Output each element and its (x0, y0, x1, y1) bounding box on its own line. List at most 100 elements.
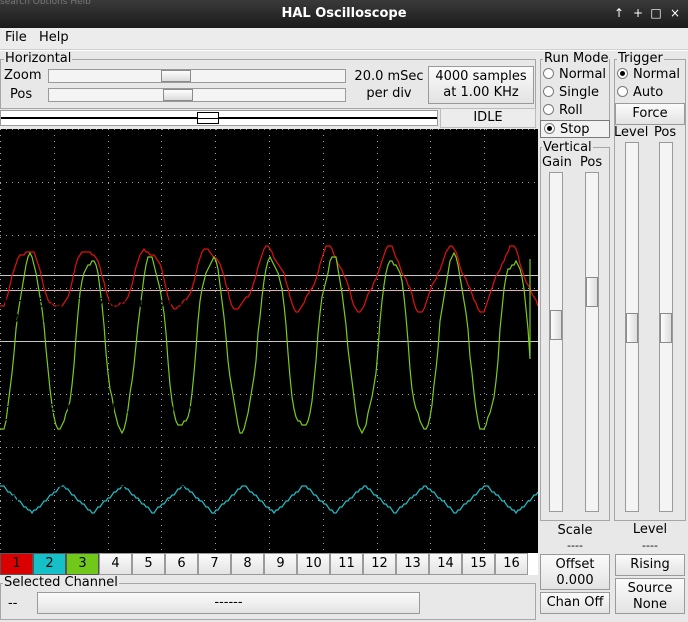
horizontal-panel: Horizontal Zoom Pos 20.0 mSec per div 40… (0, 51, 538, 129)
trigger-pos-slider-thumb[interactable] (660, 313, 672, 343)
selected-channel-source-button[interactable]: ------ (37, 592, 420, 614)
time-per-div-unit: per div (366, 86, 412, 101)
run-mode-roll-label: Roll (559, 103, 583, 118)
trigger-panel: Trigger Normal Auto Force Level Pos Leve… (612, 51, 688, 622)
trigger-auto[interactable]: Auto (617, 85, 663, 100)
zoom-slider-thumb[interactable] (161, 70, 191, 82)
run-mode-stop-label: Stop (560, 122, 590, 137)
scale-value: ---- (567, 539, 583, 552)
sample-rate: at 1.00 KHz (443, 85, 519, 100)
trigger-level-value: ---- (642, 539, 658, 552)
record-position-bar[interactable] (0, 110, 438, 126)
vertical-pos-slider-thumb[interactable] (586, 277, 598, 307)
run-mode-stop[interactable]: Stop (540, 120, 610, 138)
gain-label: Gain (542, 155, 572, 170)
radio-icon (617, 86, 628, 97)
radio-icon (543, 68, 554, 79)
channel-button-6[interactable]: 6 (165, 553, 198, 575)
arrow-up-icon[interactable]: ↑ (612, 6, 626, 20)
gain-slider-thumb[interactable] (550, 310, 562, 340)
trigger-level-slider-thumb[interactable] (626, 313, 638, 343)
trace-1-scale: 50m/div (4, 311, 54, 325)
horizontal-title: Horizontal (4, 51, 73, 66)
zoom-label: Zoom (4, 68, 42, 83)
close-icon[interactable]: × (668, 6, 682, 20)
vertical-title: Vertical (542, 140, 593, 155)
menu-file[interactable]: File (5, 30, 27, 45)
offset-button[interactable]: Offset 0.000 (540, 554, 610, 590)
scope-display[interactable]: hm2_5i25.0.7i77.0.6.analogout2 50m/div h… (0, 129, 538, 553)
run-mode-roll[interactable]: Roll (543, 103, 583, 118)
trigger-pos-label: Pos (654, 125, 677, 140)
channel-button-4[interactable]: 4 (99, 553, 132, 575)
trigger-normal[interactable]: Normal (617, 67, 680, 82)
vertical-panel: Vertical Gain Pos Scale ---- Offset 0.00… (538, 139, 612, 622)
channel-button-11[interactable]: 11 (330, 553, 363, 575)
force-button[interactable]: Force (615, 103, 685, 125)
source-label: Source (627, 581, 673, 596)
trigger-source-button[interactable]: Source None (615, 578, 685, 614)
vertical-pos-slider[interactable] (585, 172, 599, 512)
trace-3-scale: 2m/div (4, 491, 46, 505)
scale-label: Scale (557, 523, 593, 538)
channel-button-8[interactable]: 8 (231, 553, 264, 575)
trace-1-name: hm2_5i25.0.7i77.0.6.analogout2 (4, 296, 200, 310)
channel-button-12[interactable]: 12 (363, 553, 396, 575)
time-per-div-value: 20.0 mSec (354, 69, 424, 84)
window-title: HAL Oscilloscope (281, 6, 407, 21)
channel-button-3[interactable]: 3 (66, 553, 99, 575)
radio-selected-icon (544, 123, 555, 134)
zoom-slider[interactable] (48, 69, 346, 83)
channel-button-7[interactable]: 7 (198, 553, 231, 575)
gain-slider[interactable] (549, 172, 563, 512)
trigger-title: Trigger (617, 51, 664, 66)
title-bar[interactable]: search Options Help HAL Oscilloscope ↑ +… (0, 0, 688, 28)
position-slider-thumb[interactable] (163, 89, 193, 101)
samples-count: 4000 samples (435, 69, 527, 84)
vertical-pos-label: Pos (580, 155, 603, 170)
trace-2-scale: 20m/div (4, 417, 54, 431)
channel-button-2[interactable]: 2 (33, 553, 66, 575)
run-mode-title: Run Mode (543, 51, 610, 66)
selected-channel-panel: Selected Channel -- ------ (0, 575, 538, 622)
offset-label: Offset (555, 557, 595, 572)
channel-button-5[interactable]: 5 (132, 553, 165, 575)
samples-button[interactable]: 4000 samples at 1.00 KHz (428, 66, 534, 104)
trigger-level-slider[interactable] (625, 142, 639, 512)
run-mode-normal-label: Normal (559, 67, 607, 82)
selected-channel-number: -- (8, 596, 18, 611)
channel-button-16[interactable]: 16 (495, 553, 528, 575)
radio-icon (543, 86, 554, 97)
channel-button-15[interactable]: 15 (462, 553, 495, 575)
trace-2-name: hm2_5i25.0.encoder.02.velocity (4, 402, 196, 416)
channel-button-14[interactable]: 14 (429, 553, 462, 575)
trigger-auto-label: Auto (633, 85, 664, 100)
radio-selected-icon (617, 68, 628, 79)
channel-button-1[interactable]: 1 (0, 553, 33, 575)
run-mode-single[interactable]: Single (543, 85, 599, 100)
menu-help[interactable]: Help (39, 30, 69, 45)
offset-value: 0.000 (556, 573, 594, 588)
channel-button-9[interactable]: 9 (264, 553, 297, 575)
trigger-level-label: Level (614, 125, 649, 140)
record-window-marker[interactable] (197, 112, 219, 124)
pin-icon[interactable]: + (631, 6, 645, 20)
trace-3-waveform (0, 485, 538, 515)
position-slider[interactable] (48, 88, 346, 102)
menu-bar: File Help (0, 28, 688, 50)
selected-channel-title: Selected Channel (3, 575, 119, 590)
chan-off-button[interactable]: Chan Off (540, 592, 610, 614)
trigger-normal-label: Normal (633, 67, 681, 82)
radio-icon (543, 104, 554, 115)
run-mode-normal[interactable]: Normal (543, 67, 606, 82)
trigger-level-value-label: Level (632, 522, 668, 537)
pos-label: Pos (10, 87, 33, 102)
rising-button[interactable]: Rising (615, 554, 685, 576)
trigger-pos-slider[interactable] (659, 142, 673, 512)
scope-status: IDLE (440, 108, 536, 128)
maximize-icon[interactable]: □ (649, 6, 663, 20)
channel-button-13[interactable]: 13 (396, 553, 429, 575)
run-mode-single-label: Single (559, 85, 599, 100)
channel-button-10[interactable]: 10 (297, 553, 330, 575)
source-value: None (633, 597, 667, 612)
